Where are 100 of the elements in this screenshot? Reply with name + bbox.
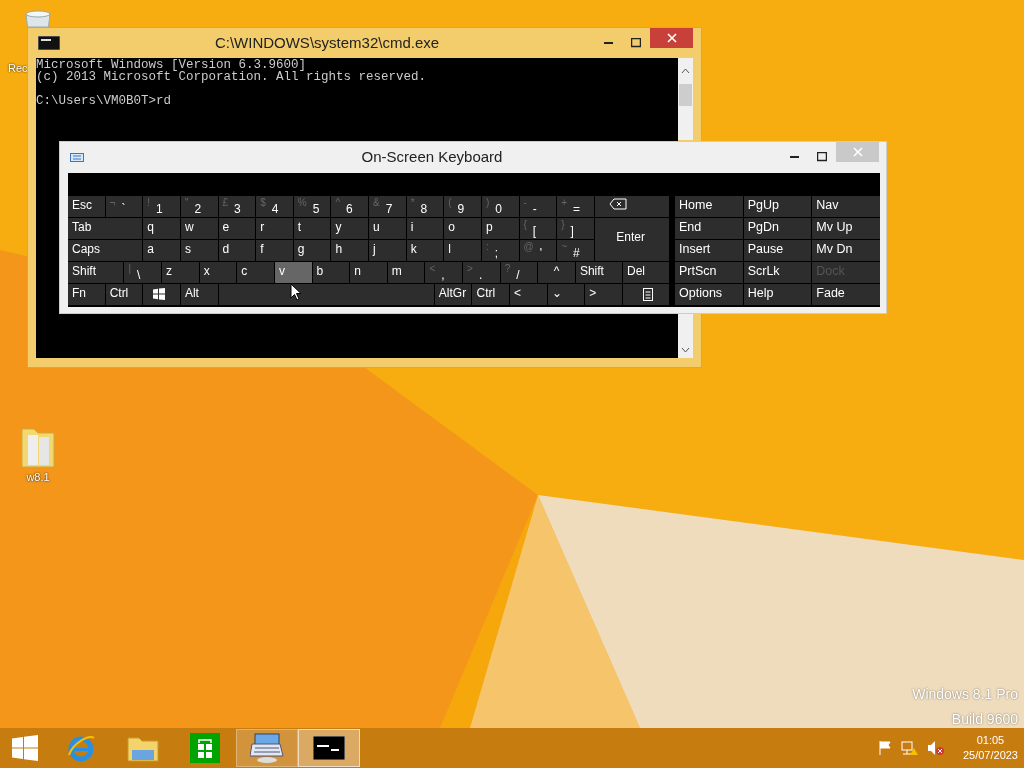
scroll-thumb[interactable] xyxy=(679,84,692,106)
key[interactable]: ⌄ xyxy=(547,284,585,305)
key[interactable]: y xyxy=(331,218,368,239)
scrollbar[interactable] xyxy=(678,58,693,140)
key[interactable]: " 2 xyxy=(180,196,218,217)
close-icon xyxy=(852,147,863,157)
key[interactable]: Fade xyxy=(812,284,880,305)
shift-label: } xyxy=(561,218,565,232)
key[interactable]: - - xyxy=(519,196,557,217)
backspace-key[interactable] xyxy=(594,196,669,217)
key[interactable]: z xyxy=(162,262,199,283)
key[interactable]: Ctrl xyxy=(105,284,143,305)
key[interactable]: Help xyxy=(743,284,812,305)
key[interactable]: s xyxy=(180,240,218,261)
key[interactable]: ( 9 xyxy=(444,196,481,217)
key[interactable]: AltGr xyxy=(434,284,472,305)
key[interactable]: Insert xyxy=(675,240,743,261)
key[interactable]: ^ xyxy=(538,262,575,283)
key[interactable]: & 7 xyxy=(369,196,406,217)
key[interactable]: u xyxy=(369,218,406,239)
key[interactable]: > . xyxy=(463,262,500,283)
key[interactable]: p xyxy=(481,218,519,239)
key[interactable]: < , xyxy=(425,262,463,283)
key[interactable]: i xyxy=(406,218,444,239)
folder-icon xyxy=(127,734,159,762)
keyboard-icon xyxy=(70,152,84,162)
key[interactable]: Mv Up xyxy=(812,218,880,239)
key[interactable]: Options xyxy=(675,284,743,305)
key[interactable]: ) 0 xyxy=(481,196,519,217)
key[interactable]: q xyxy=(143,218,180,239)
key[interactable]: > xyxy=(585,284,622,305)
flag-icon[interactable] xyxy=(876,740,893,756)
key[interactable]: @ ' xyxy=(519,240,557,261)
key[interactable]: g xyxy=(293,240,331,261)
key[interactable]: a xyxy=(143,240,180,261)
key[interactable]: r xyxy=(256,218,293,239)
key[interactable]: Home xyxy=(675,196,743,217)
shift-label: % xyxy=(297,196,307,210)
key[interactable]: c xyxy=(237,262,274,283)
key[interactable]: t xyxy=(293,218,331,239)
key[interactable]: % 5 xyxy=(293,196,331,217)
key[interactable]: v xyxy=(274,262,312,283)
key[interactable]: n xyxy=(350,262,387,283)
key[interactable]: ! 1 xyxy=(143,196,180,217)
key[interactable]: h xyxy=(331,240,368,261)
key[interactable]: d xyxy=(218,240,256,261)
key[interactable]: w xyxy=(180,218,218,239)
key[interactable]: ^ 6 xyxy=(331,196,368,217)
key[interactable]: * 8 xyxy=(406,196,444,217)
key[interactable]: PrtScn xyxy=(675,262,743,283)
key[interactable]: Shift xyxy=(68,262,124,283)
key[interactable]: x xyxy=(199,262,237,283)
key[interactable]: Enter xyxy=(594,218,669,261)
key[interactable]: | \ xyxy=(124,262,162,283)
taskbar-button[interactable] xyxy=(298,729,360,767)
scrollbar-end[interactable] xyxy=(678,313,693,358)
key[interactable]: o xyxy=(444,218,481,239)
key-label: # xyxy=(572,245,580,261)
menu-icon xyxy=(643,288,653,301)
key[interactable]: Mv Dn xyxy=(812,240,880,261)
key[interactable]: j xyxy=(369,240,406,261)
key[interactable]: ? / xyxy=(500,262,538,283)
volume-muted-icon[interactable] xyxy=(926,740,945,756)
shopping-bag-icon xyxy=(190,733,220,763)
key[interactable]: : ; xyxy=(481,240,519,261)
folder-icon[interactable] xyxy=(20,425,56,469)
menu-key[interactable] xyxy=(622,284,669,305)
key[interactable]: ~ # xyxy=(557,240,594,261)
windows-key[interactable] xyxy=(143,284,180,305)
key[interactable]: Tab xyxy=(68,218,143,239)
key[interactable]: m xyxy=(387,262,425,283)
key[interactable]: PgUp xyxy=(743,196,812,217)
key[interactable]: k xyxy=(406,240,444,261)
network-warning-icon[interactable] xyxy=(900,740,919,756)
key[interactable]: < xyxy=(510,284,547,305)
key[interactable]: £ 3 xyxy=(218,196,256,217)
key[interactable]: Del xyxy=(622,262,669,283)
key[interactable]: $ 4 xyxy=(256,196,293,217)
key[interactable]: ¬ ` xyxy=(105,196,143,217)
key[interactable]: } ] xyxy=(557,218,594,239)
console-line: Microsoft Windows [Version 6.3.9600] xyxy=(36,59,307,71)
key[interactable]: PgDn xyxy=(743,218,812,239)
key[interactable]: Esc xyxy=(68,196,105,217)
key[interactable]: + = xyxy=(557,196,594,217)
key[interactable]: End xyxy=(675,218,743,239)
key[interactable]: Pause xyxy=(743,240,812,261)
key[interactable]: Fn xyxy=(68,284,105,305)
key[interactable]: Shift xyxy=(575,262,622,283)
key[interactable]: Caps xyxy=(68,240,143,261)
key[interactable]: Nav xyxy=(812,196,880,217)
key[interactable]: Alt xyxy=(180,284,218,305)
recycle-bin-icon[interactable] xyxy=(22,8,54,27)
key[interactable]: l xyxy=(444,240,481,261)
shift-label: : xyxy=(485,240,489,254)
key[interactable]: Ctrl xyxy=(472,284,510,305)
key[interactable]: f xyxy=(256,240,293,261)
key[interactable]: e xyxy=(218,218,256,239)
key[interactable]: { [ xyxy=(519,218,557,239)
key[interactable]: ScrLk xyxy=(743,262,812,283)
key[interactable]: b xyxy=(312,262,350,283)
